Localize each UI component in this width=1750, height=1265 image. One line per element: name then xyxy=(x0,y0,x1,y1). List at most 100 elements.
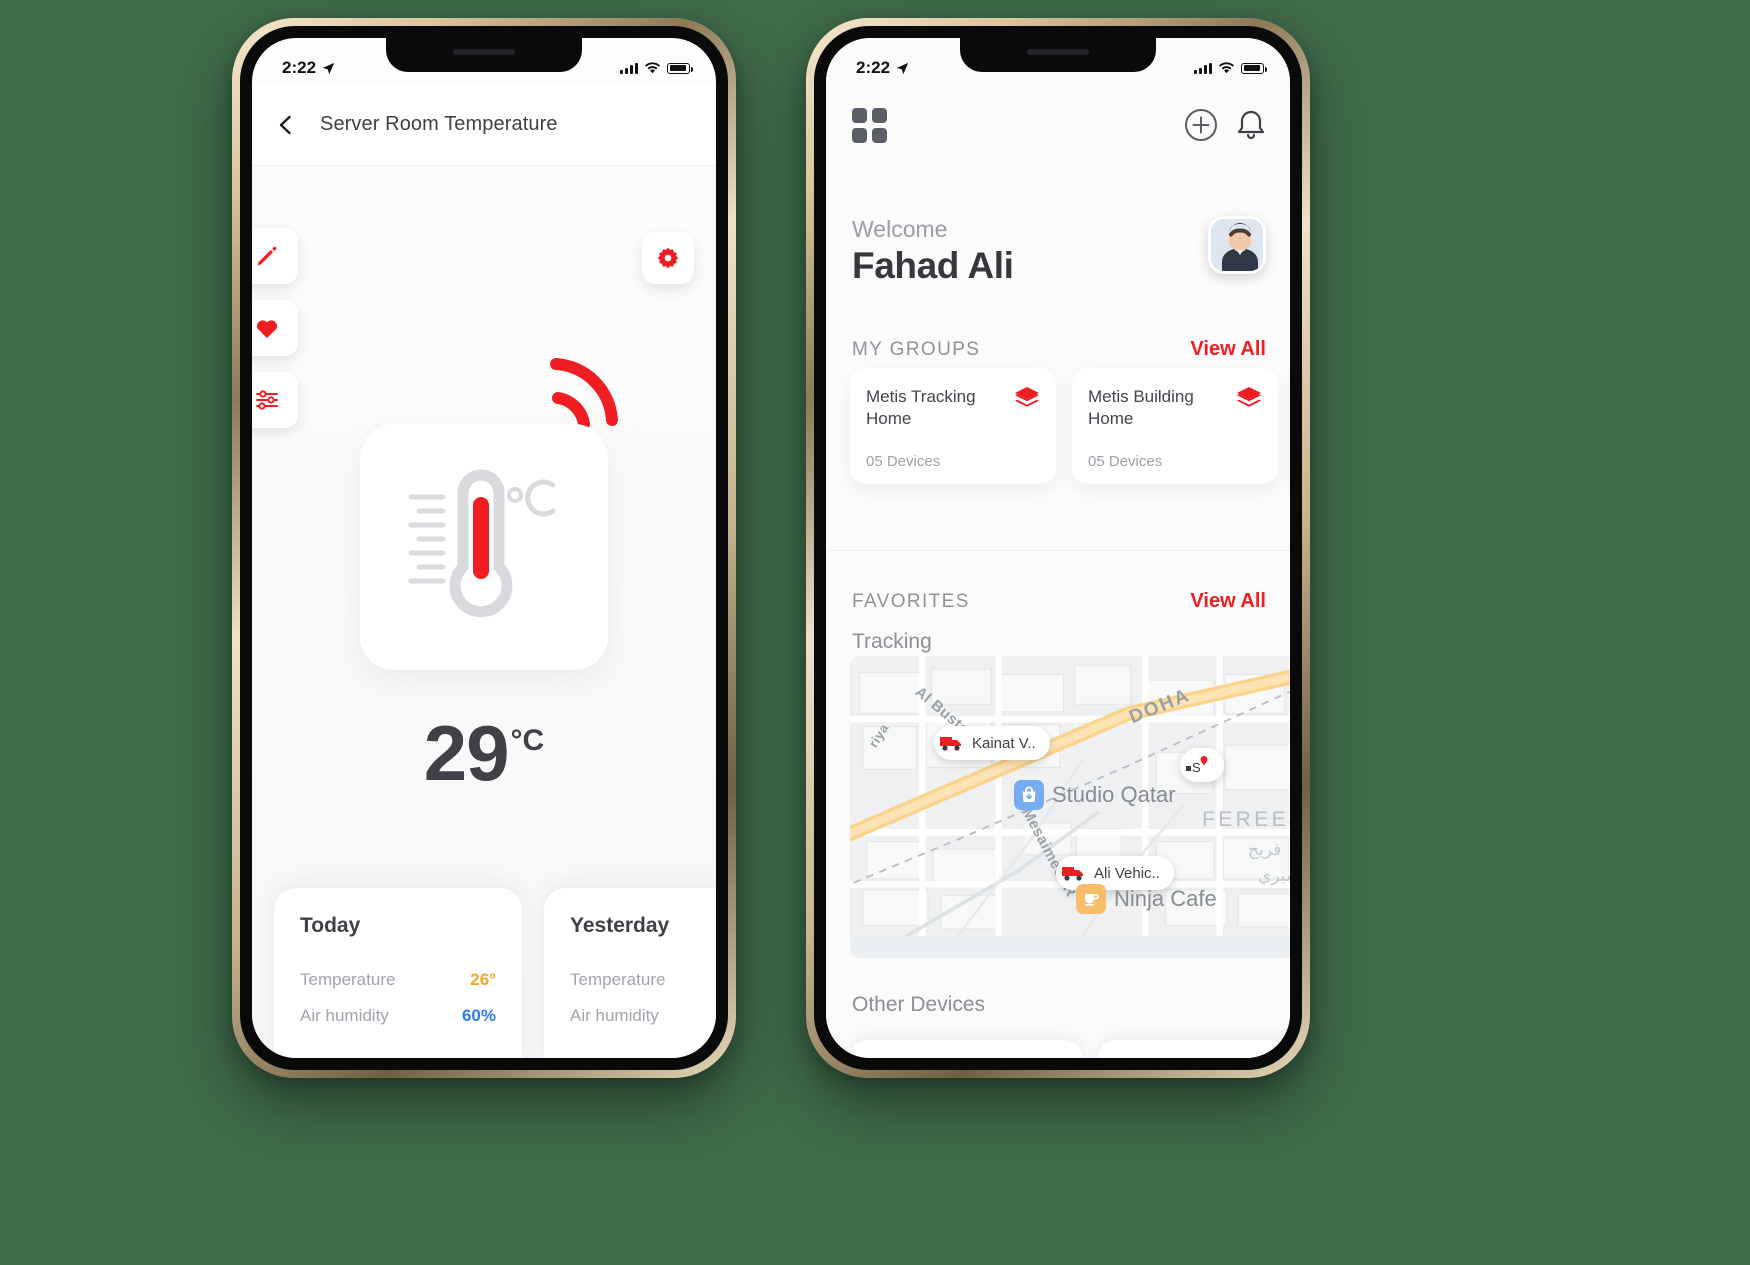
sliders-settings-icon xyxy=(256,390,278,410)
pencil-edit-icon xyxy=(257,246,277,266)
phone-right: 2:22 Welcome Fahad Ali MY GROUPS View Al… xyxy=(806,18,1310,1078)
welcome-greeting: Welcome xyxy=(852,216,948,242)
back-chevron-icon[interactable] xyxy=(274,113,298,137)
heart-icon xyxy=(256,320,278,338)
side-action-rail xyxy=(252,228,298,428)
location-arrow-icon xyxy=(322,62,335,74)
bell-icon[interactable] xyxy=(1236,108,1266,142)
wifi-icon xyxy=(1219,62,1234,74)
phone-left-bezel: 2:22 Server Room Temperature 29 °C Today… xyxy=(240,26,728,1070)
stat-value: 60% xyxy=(461,1006,496,1025)
stat-value: 26° xyxy=(470,970,496,989)
group-name: Metis Tracking Home xyxy=(866,387,976,428)
poi-studio-qatar[interactable]: Studio Qatar xyxy=(1014,780,1176,810)
phone-left: 2:22 Server Room Temperature 29 °C Today… xyxy=(232,18,736,1078)
stat-row: Temperature 26° xyxy=(570,970,716,990)
settings-button[interactable] xyxy=(642,232,694,284)
poi-ninja-cafe[interactable]: Ninja Cafe xyxy=(1076,884,1217,914)
wireless-signal-icon xyxy=(550,358,618,430)
map-area-label: FEREEJ AL xyxy=(1202,808,1290,831)
temperature-readout: 29 °C xyxy=(423,709,545,797)
device-card[interactable] xyxy=(850,1040,1082,1058)
section-title-favorites: FAVORITES xyxy=(852,590,970,612)
thermometer-icon xyxy=(408,469,556,618)
device-card[interactable] xyxy=(1098,1040,1290,1058)
status-time: 2:22 xyxy=(856,58,891,77)
battery-icon xyxy=(1241,62,1267,74)
battery-icon xyxy=(667,62,693,74)
stat-row: Temperature 26° xyxy=(300,970,496,990)
notch xyxy=(960,38,1156,72)
coffee-cup-icon xyxy=(1076,884,1106,914)
stat-label: Temperature xyxy=(570,970,666,989)
favorites-header: FAVORITES View All xyxy=(852,590,1266,613)
shop-bag-icon xyxy=(1014,780,1044,810)
earpiece-speaker xyxy=(1027,49,1089,55)
other-devices-title: Other Devices xyxy=(852,993,986,1016)
my-groups-header: MY GROUPS View All xyxy=(852,338,1266,361)
stat-row: Air humidity 60% xyxy=(300,1006,496,1026)
map-area-label-arabic: فريج xyxy=(1248,840,1282,859)
stat-cards: Today Temperature 26° Air humidity 60% Y… xyxy=(274,888,716,1058)
grid-menu-icon[interactable] xyxy=(852,107,887,143)
map-area-label-arabic-2: سيري xyxy=(1258,866,1290,885)
group-name: Metis Building Home xyxy=(1088,387,1194,428)
avatar-image xyxy=(1211,219,1263,271)
stat-label: Air humidity xyxy=(300,1006,389,1025)
stat-card-today[interactable]: Today Temperature 26° Air humidity 60% xyxy=(274,888,522,1058)
phone-left-screen: 2:22 Server Room Temperature 29 °C Today… xyxy=(252,38,716,1058)
welcome-block: Welcome Fahad Ali xyxy=(852,216,1266,287)
vehicle-pin[interactable]: Kainat V.. xyxy=(934,726,1050,760)
stat-label: Temperature xyxy=(300,970,396,989)
wifi-icon xyxy=(645,62,660,74)
section-title-groups: MY GROUPS xyxy=(852,338,981,360)
stat-card-title: Yesterday xyxy=(570,914,670,937)
device-detail-body: 29 °C Today Temperature 26° Air humidity… xyxy=(252,166,716,1058)
groups-list: Metis Tracking Home 05 Devices Metis Bui… xyxy=(850,368,1290,484)
notch xyxy=(386,38,582,72)
user-name: Fahad Ali xyxy=(852,245,1014,286)
other-devices-list xyxy=(850,1040,1290,1058)
poi-name: Studio Qatar xyxy=(1052,782,1176,807)
store-marker-icon: S xyxy=(1180,748,1214,782)
svg-text:S: S xyxy=(1192,760,1201,775)
cellular-signal-icon xyxy=(1194,62,1212,74)
temperature-unit: °C xyxy=(510,724,545,757)
layers-icon xyxy=(1237,387,1261,407)
phone-right-bezel: 2:22 Welcome Fahad Ali MY GROUPS View Al… xyxy=(814,26,1302,1070)
stat-row: Air humidity 60% xyxy=(570,1006,716,1026)
adjust-button[interactable] xyxy=(252,372,298,428)
store-marker-pin[interactable]: S xyxy=(1180,748,1224,782)
vehicle-label: Kainat V.. xyxy=(972,734,1036,752)
location-arrow-icon xyxy=(896,62,909,74)
user-avatar[interactable] xyxy=(1208,216,1266,274)
page-title: Server Room Temperature xyxy=(320,113,558,135)
view-all-groups[interactable]: View All xyxy=(1190,338,1266,361)
home-topbar xyxy=(826,90,1290,160)
favorite-button[interactable] xyxy=(252,300,298,356)
earpiece-speaker xyxy=(453,49,515,55)
phone-right-screen: 2:22 Welcome Fahad Ali MY GROUPS View Al… xyxy=(826,38,1290,1058)
view-all-favorites[interactable]: View All xyxy=(1190,590,1266,613)
group-card[interactable]: Metis Tracking Home 05 Devices xyxy=(850,368,1056,484)
home-body: Welcome Fahad Ali MY GROUPS View All Met… xyxy=(826,38,1290,1058)
tracking-label: Tracking xyxy=(852,630,932,653)
vehicle-label: Ali Vehic.. xyxy=(1094,864,1160,882)
temperature-value: 29 xyxy=(423,709,510,797)
gear-icon xyxy=(657,247,679,269)
group-card[interactable]: Metis Building Home 05 Devices xyxy=(1072,368,1278,484)
poi-name: Ninja Cafe xyxy=(1114,886,1217,911)
stat-label: Air humidity xyxy=(570,1006,659,1025)
plus-circle-icon[interactable] xyxy=(1184,108,1218,142)
thermometer-card[interactable] xyxy=(360,424,608,670)
edit-button[interactable] xyxy=(252,228,298,284)
status-time: 2:22 xyxy=(282,58,317,77)
navbar-left: Server Room Temperature xyxy=(252,84,716,166)
truck-icon xyxy=(934,726,968,760)
divider xyxy=(826,550,1290,551)
stat-card-title: Today xyxy=(300,914,361,937)
tracking-map[interactable]: riya Al Bustan St DOHA Mesaimeer R FEREE… xyxy=(850,656,1290,958)
group-device-count: 05 Devices xyxy=(1088,453,1163,470)
layers-icon xyxy=(1015,387,1039,407)
stat-card-yesterday[interactable]: Yesterday Temperature 26° Air humidity 6… xyxy=(544,888,716,1058)
